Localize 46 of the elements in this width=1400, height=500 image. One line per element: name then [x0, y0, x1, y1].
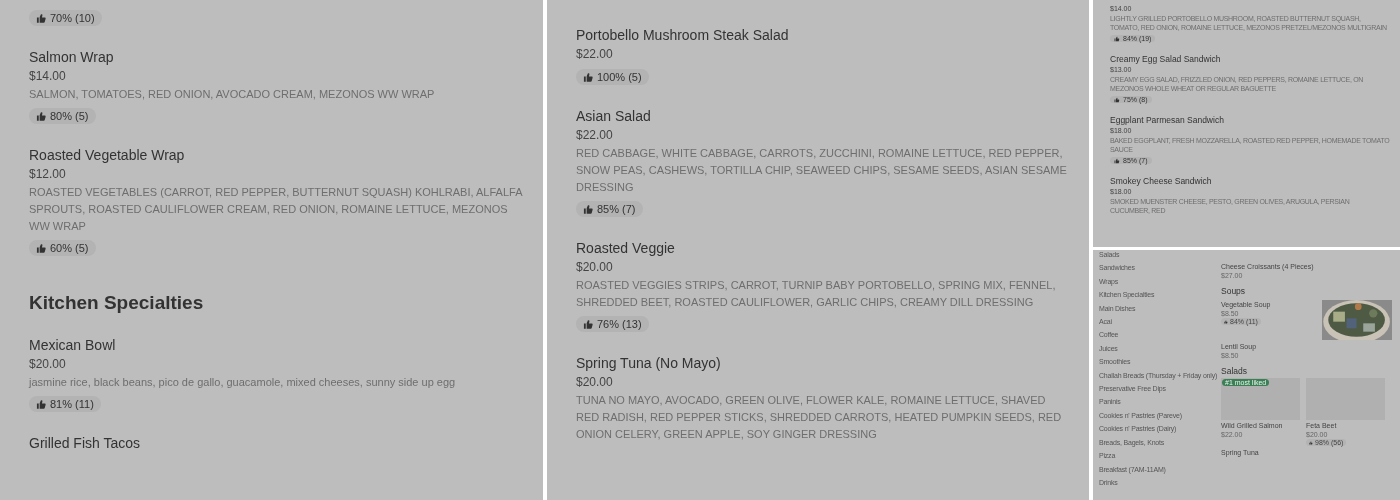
item-description: ROASTED VEGETABLES (CARROT, RED PEPPER, BUTTERNUT SQUASH) KOHLRABI, ALFALFA SPROUTS, ROASTED CAULIFLOWER CREAM, RED ONION, ROMAINE LETTUCE, MEZONOS WW WRAP — [29, 185, 523, 234]
rating-badge: 60% (5) — [29, 240, 96, 256]
item-name[interactable]: Mexican Bowl — [29, 336, 116, 354]
item-name[interactable]: Roasted Veggie — [576, 239, 675, 257]
item-price: $14.00 — [29, 68, 66, 85]
section-heading: Kitchen Specialties — [29, 292, 205, 314]
item-description: jasmine rice, black beans, pico de gallo, guacamole, mixed cheeses, sunny side up egg — [29, 375, 456, 390]
item-price: $22.00 — [576, 46, 613, 63]
item-description: SALMON, TOMATOES, RED ONION, AVOCADO CREAM, MEZONOS WW WRAP — [29, 87, 435, 102]
item-price: $20.00 — [29, 356, 66, 373]
thumbs-up-icon — [36, 110, 47, 122]
section-heading: Soups — [1221, 286, 1247, 297]
item-description: RED CABBAGE, WHITE CABBAGE, CARROTS, ZUCCHINI, ROMAINE LETTUCE, RED PEPPER, SNOW PEAS, CASHEWS, TORTILLA CHIP, SEAWEED CHIPS, SESAME SEEDS, ASIAN SESAME DRESSING — [576, 146, 1068, 195]
thumbs-up-icon — [1114, 157, 1120, 164]
thumbs-up-icon — [1309, 440, 1313, 445]
item-price: $20.00 — [576, 374, 613, 391]
item-price: $12.00 — [29, 166, 66, 183]
item-name[interactable]: Grilled Fish Tacos — [29, 434, 140, 452]
thumbs-up-icon — [1114, 96, 1120, 103]
item-name[interactable]: Eggplant Parmesan Sandwich — [1110, 115, 1224, 126]
thumbs-up-icon — [1224, 319, 1228, 324]
item-price: $20.00 — [576, 259, 613, 276]
item-name[interactable]: Asian Salad — [576, 107, 651, 125]
rating-badge: 76% (13) — [576, 316, 649, 332]
thumbs-up-icon — [583, 71, 594, 83]
thumbs-up-icon — [1114, 35, 1120, 42]
item-name[interactable]: Creamy Egg Salad Sandwich — [1110, 54, 1221, 65]
item-name[interactable]: Salmon Wrap — [29, 48, 114, 66]
item-name[interactable]: Portobello Mushroom Steak Salad — [576, 26, 789, 44]
thumbs-up-icon — [36, 242, 47, 254]
item-name[interactable]: Smokey Cheese Sandwich — [1110, 176, 1212, 187]
item-description: TUNA NO MAYO, AVOCADO, GREEN OLIVE, FLOWER KALE, ROMAINE LETTUCE, SHAVED RED RADISH, RED PEPPER STICKS, SHREDDED CARROTS, HEATED PUMPKIN SEEDS, RED ONION CELERY, GREEN APPLE, SOY GINGER DRESSING — [576, 393, 1063, 442]
thumbs-up-icon — [583, 203, 594, 215]
item-name[interactable]: Roasted Vegetable Wrap — [29, 146, 185, 164]
section-heading: Salads — [1221, 366, 1248, 377]
rating-badge: 81% (11) — [29, 396, 101, 412]
item-price: $22.00 — [576, 127, 613, 144]
thumbs-up-icon — [583, 318, 594, 330]
rating-badge: 80% (5) — [29, 108, 96, 124]
item-name[interactable]: Spring Tuna (No Mayo) — [576, 354, 721, 372]
rating-badge: 70% (10) — [29, 10, 102, 26]
thumbs-up-icon — [36, 398, 47, 410]
item-description: ROASTED VEGGIES STRIPS, CARROT, TURNIP BABY PORTOBELLO, SPRING MIX, FENNEL, SHREDDED BEET, ROASTED CAULIFLOWER, GARLIC CHIPS, CREAMY DILL DRESSING — [576, 278, 1057, 310]
thumbs-up-icon — [36, 12, 47, 24]
rating-badge: 85% (7) — [576, 201, 643, 217]
rating-badge: 100% (5) — [576, 69, 649, 85]
